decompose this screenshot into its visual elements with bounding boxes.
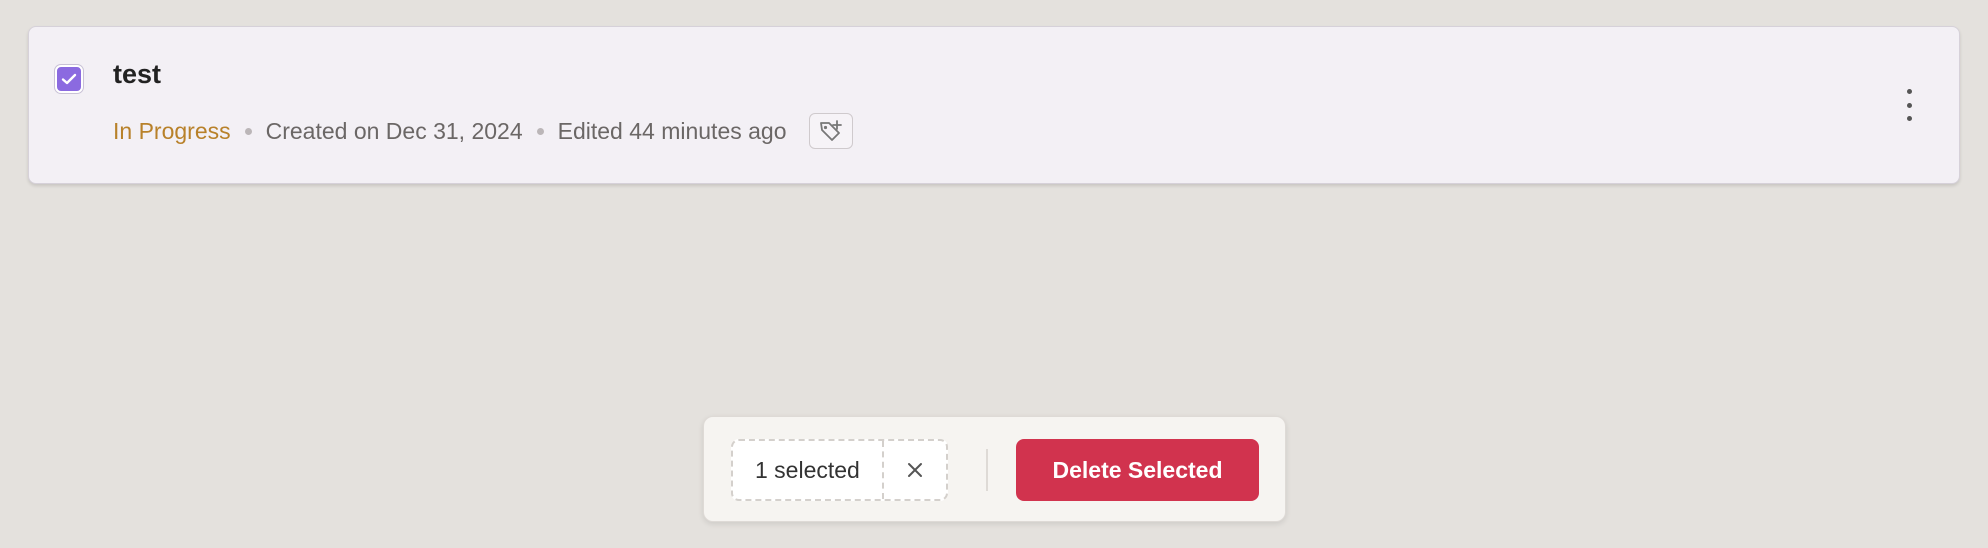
item-meta: In Progress Created on Dec 31, 2024 Edit… — [113, 113, 853, 149]
status-label[interactable]: In Progress — [113, 118, 231, 145]
delete-selected-button[interactable]: Delete Selected — [1016, 439, 1259, 501]
more-vertical-icon[interactable] — [1899, 89, 1919, 121]
edited-time: Edited 44 minutes ago — [557, 117, 787, 144]
add-tag-icon — [819, 120, 842, 141]
item-checkbox[interactable] — [55, 65, 83, 93]
close-icon — [907, 463, 922, 477]
clear-selection-button[interactable] — [884, 441, 946, 499]
add-tag-button[interactable] — [808, 113, 853, 149]
selected-count: 1 selected — [733, 441, 884, 499]
divider — [986, 449, 988, 491]
item-card[interactable]: test In Progress Created on Dec 31, 2024… — [28, 26, 1960, 184]
selection-group: 1 selected — [731, 439, 948, 501]
separator-dot — [536, 127, 544, 135]
created-date: Created on Dec 31, 2024 — [265, 117, 523, 144]
check-icon — [61, 73, 77, 85]
separator-dot — [244, 127, 252, 135]
item-title[interactable]: test — [113, 61, 161, 88]
bulk-action-bar: 1 selected Delete Selected — [703, 416, 1286, 522]
